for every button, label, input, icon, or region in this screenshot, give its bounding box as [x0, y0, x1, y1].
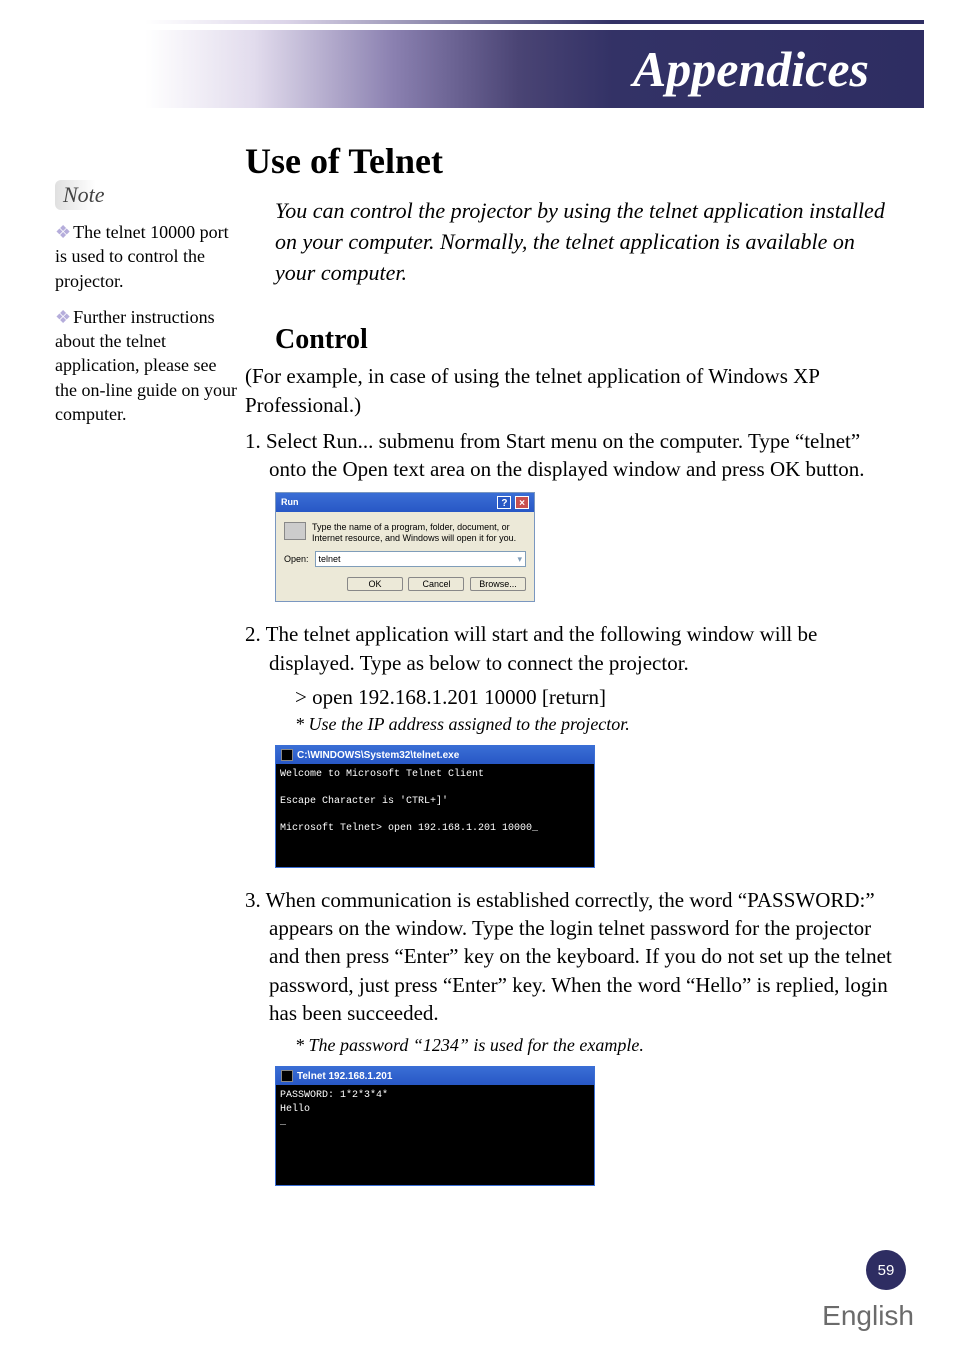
terminal-2-body: PASSWORD: 1*2*3*4* Hello _ — [276, 1085, 594, 1185]
terminal-icon — [281, 1070, 293, 1082]
language-label: English — [822, 1300, 914, 1332]
t2-line1: PASSWORD: 1*2*3*4* — [280, 1090, 388, 1101]
run-body: Type the name of a program, folder, docu… — [276, 512, 534, 602]
t1-line1: Welcome to Microsoft Telnet Client — [280, 769, 484, 780]
note-2: ❖Further instructions about the telnet a… — [55, 305, 240, 426]
intro-text: You can control the projector by using t… — [245, 196, 899, 288]
step-3-footnote: * The password “1234” is used for the ex… — [245, 1035, 899, 1056]
terminal-icon — [281, 749, 293, 761]
step-1: 1. Select Run... submenu from Start menu… — [245, 427, 899, 484]
open-label: Open: — [284, 554, 309, 564]
chapter-title: Appendices — [633, 40, 869, 98]
note-1-text: The telnet 10000 port is used to control… — [55, 222, 229, 291]
t1-line2: Escape Character is 'CTRL+]' — [280, 796, 448, 807]
section-title: Use of Telnet — [245, 140, 899, 182]
terminal-2: Telnet 192.168.1.201 PASSWORD: 1*2*3*4* … — [275, 1066, 595, 1186]
note-2-text: Further instructions about the telnet ap… — [55, 307, 237, 424]
terminal-1-body: Welcome to Microsoft Telnet Client Escap… — [276, 764, 594, 867]
close-icon[interactable]: × — [515, 496, 529, 509]
help-icon[interactable]: ? — [497, 496, 511, 509]
open-input-value: telnet — [319, 554, 341, 564]
t1-line3: Microsoft Telnet> open 192.168.1.201 100… — [280, 823, 538, 834]
example-note: (For example, in case of using the telne… — [245, 362, 899, 419]
terminal-1: C:\WINDOWS\System32\telnet.exe Welcome t… — [275, 745, 595, 868]
open-input[interactable]: telnet ▾ — [315, 551, 526, 567]
titlebar-buttons: ? × — [496, 496, 529, 509]
note-label: Note — [55, 180, 113, 210]
cancel-button[interactable]: Cancel — [408, 577, 464, 591]
terminal-2-titlebar: Telnet 192.168.1.201 — [276, 1067, 594, 1085]
terminal-2-title: Telnet 192.168.1.201 — [297, 1071, 392, 1082]
run-dialog: Run ? × Type the name of a program, fold… — [275, 492, 535, 603]
run-app-icon — [284, 522, 306, 540]
page-number-badge: 59 — [866, 1250, 906, 1290]
terminal-1-titlebar: C:\WINDOWS\System32\telnet.exe — [276, 746, 594, 764]
dropdown-icon[interactable]: ▾ — [517, 554, 522, 565]
bullet-icon: ❖ — [55, 307, 71, 327]
run-title: Run — [281, 497, 299, 507]
ok-button[interactable]: OK — [347, 577, 403, 591]
t2-line2: Hello — [280, 1104, 310, 1115]
t2-line3: _ — [280, 1117, 286, 1128]
step-3: 3. When communication is established cor… — [245, 886, 899, 1028]
step-2: 2. The telnet application will start and… — [245, 620, 899, 677]
header-band: Appendices — [145, 30, 924, 108]
main-content: Use of Telnet You can control the projec… — [245, 140, 899, 1204]
run-description: Type the name of a program, folder, docu… — [312, 522, 526, 544]
step-2-command: > open 192.168.1.201 10000 [return] — [245, 685, 899, 710]
browse-button[interactable]: Browse... — [470, 577, 526, 591]
terminal-1-title: C:\WINDOWS\System32\telnet.exe — [297, 750, 459, 761]
bullet-icon: ❖ — [55, 222, 71, 242]
header-accent-line — [145, 20, 924, 24]
sub-title: Control — [245, 324, 899, 356]
step-2-footnote: * Use the IP address assigned to the pro… — [245, 714, 899, 735]
sidebar-notes: Note ❖The telnet 10000 port is used to c… — [55, 180, 240, 438]
note-1: ❖The telnet 10000 port is used to contro… — [55, 220, 240, 293]
run-titlebar: Run ? × — [276, 493, 534, 512]
